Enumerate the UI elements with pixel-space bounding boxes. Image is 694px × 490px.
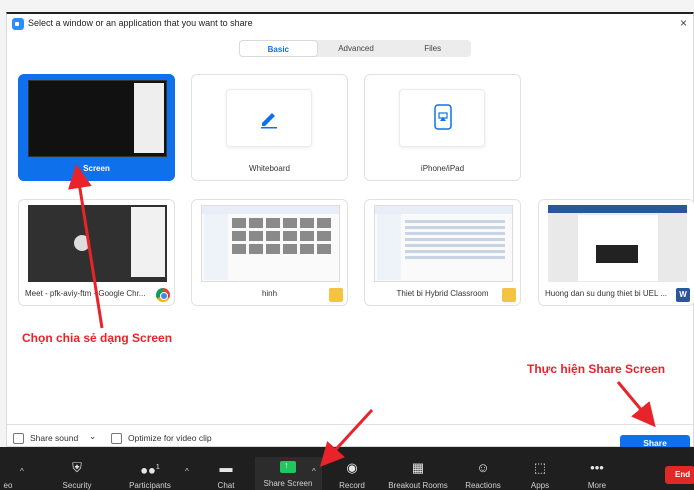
share-options-caret[interactable]: ^ [312,467,316,476]
share-option-label: iPhone/iPad [420,164,465,173]
share-window-hinh[interactable]: hinh [191,199,348,306]
dialog-title: Select a window or an application that y… [28,18,253,28]
record-icon: ◉ [346,460,358,475]
share-window-label: Thiet bi Hybrid Classroom [396,289,489,298]
shield-icon: ⛨ [72,460,82,475]
annotation-choose-screen: Chọn chia sẻ dạng Screen [22,331,173,345]
share-sound-dropdown-icon[interactable]: ⌄ [89,431,96,442]
airplay-icon [434,104,452,130]
word-icon: W [676,288,690,302]
tab-basic[interactable]: Basic [239,40,318,57]
more-icon: ••• [590,460,604,475]
participants-icon: ●●1 [140,462,160,478]
toolbar-chat[interactable]: ▬ Chat [196,461,256,490]
meeting-toolbar: ^ eo ⛨ Security ●●1 Participants ^ ▬ Cha… [0,447,694,490]
share-window-word-document[interactable]: Huong dan su dung thiet bi UEL ... W [538,199,694,306]
share-window-label: Meet - pfk-aviy-ftm - Google Chr... [25,289,146,298]
meet-window-thumbnail [28,205,167,282]
screenshot-root: Select a window or an application that y… [0,0,694,490]
share-sound-checkbox[interactable] [13,433,24,444]
annotation-do-share: Thực hiện Share Screen [527,362,666,376]
toolbar-security[interactable]: ⛨ Security [47,461,107,490]
tab-advanced[interactable]: Advanced [318,40,395,57]
share-tabs: Basic Advanced Files [239,40,471,57]
whiteboard-tile [226,89,312,147]
share-window-label: hinh [261,289,278,298]
share-option-label: Whiteboard [249,164,290,173]
share-option-screen[interactable]: Screen [18,74,175,181]
toolbar-apps[interactable]: ⬚ Apps [510,461,570,490]
chat-icon: ▬ [219,460,233,475]
folder-icon [502,288,516,302]
toolbar-video[interactable]: eo [0,461,38,490]
folder-icon [329,288,343,302]
share-window-meet[interactable]: Meet - pfk-aviy-ftm - Google Chr... [18,199,175,306]
toolbar-more[interactable]: ••• More [567,461,627,490]
optimize-video-checkbox[interactable] [111,433,122,444]
tab-files[interactable]: Files [394,40,471,57]
dialog-footer: Share sound ⌄ Optimize for video clip Sh… [7,424,693,451]
word-window-thumbnail [548,205,687,282]
pen-icon [261,113,277,129]
toolbar-breakout-rooms[interactable]: ▦ Breakout Rooms [388,461,448,490]
apps-icon: ⬚ [533,460,547,475]
share-sound-label: Share sound [30,433,79,443]
end-meeting-button[interactable]: End [665,466,694,484]
dialog-titlebar: Select a window or an application that y… [7,14,693,34]
close-icon[interactable]: × [680,16,687,30]
toolbar-share-screen[interactable]: Share Screen [258,460,318,488]
explorer-window-thumbnail [374,205,513,282]
toolbar-participants[interactable]: ●●1 Participants [120,461,180,490]
screen-thumbnail [28,80,167,157]
share-option-iphone-ipad[interactable]: iPhone/iPad [364,74,521,181]
participants-options-caret[interactable]: ^ [185,467,189,476]
breakout-rooms-icon: ▦ [411,460,425,475]
share-window-thiet-bi-hybrid[interactable]: Thiet bi Hybrid Classroom [364,199,521,306]
iphone-ipad-tile [399,89,485,147]
toolbar-reactions[interactable]: ☺ Reactions [453,461,513,490]
share-screen-icon [280,460,296,473]
optimize-video-label: Optimize for video clip [128,433,212,443]
zoom-app-icon [12,18,24,30]
video-icon [0,461,38,475]
toolbar-record[interactable]: ◉ Record [322,461,382,490]
share-option-whiteboard[interactable]: Whiteboard [191,74,348,181]
share-dialog: Select a window or an application that y… [6,12,694,451]
reactions-icon: ☺ [476,460,490,475]
share-window-label: Huong dan su dung thiet bi UEL ... [545,289,668,298]
chrome-icon [156,288,170,302]
share-option-label: Screen [83,164,110,173]
explorer-window-thumbnail [201,205,340,282]
